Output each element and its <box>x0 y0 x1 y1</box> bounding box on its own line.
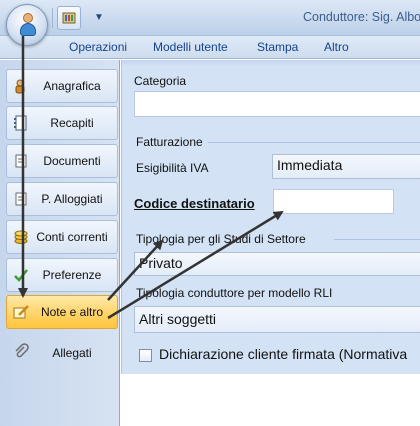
tab-operazioni[interactable]: Operazioni <box>69 40 127 54</box>
tab-modelli-utente[interactable]: Modelli utente <box>153 40 228 54</box>
codice-destinatario-input[interactable] <box>273 189 394 214</box>
tipologia-rli-label: Tipologia conduttore per modello RLI <box>136 286 333 300</box>
sidebar-item-anagrafica[interactable]: Anagrafica <box>6 69 118 103</box>
dichiarazione-label: Dichiarazione cliente firmata (Normativa <box>159 346 408 362</box>
address-book-icon <box>13 115 29 131</box>
sidebar-item-note-e-altro[interactable]: Note e altro <box>6 295 118 329</box>
quick-access-dropdown-icon[interactable]: ▼ <box>92 9 106 27</box>
tipologia-studi-select[interactable]: Privato <box>134 252 420 276</box>
form-panel: Categoria Fatturazione Esigibilità IVA I… <box>121 60 420 374</box>
sidebar-item-recapiti[interactable]: Recapiti <box>6 106 118 140</box>
esigibilita-iva-label: Esigibilità IVA <box>136 161 209 175</box>
sidebar-item-allegati[interactable]: Allegati <box>6 332 118 366</box>
tipologia-studi-group-line <box>334 239 420 240</box>
tab-altro[interactable]: Altro <box>324 40 349 54</box>
sidebar-item-label: Anagrafica <box>43 79 101 93</box>
sidebar: Anagrafica Recapiti Documenti P. Alloggi… <box>0 60 120 426</box>
sidebar-item-label: Allegati <box>52 346 92 360</box>
quick-access-button[interactable] <box>57 6 81 30</box>
documents-icon <box>13 153 29 169</box>
fatturazione-group-line <box>208 142 420 143</box>
window-title: Conduttore: Sig. Albo <box>303 10 420 24</box>
sidebar-item-label: Conti correnti <box>36 230 108 244</box>
person-card-icon <box>13 78 29 94</box>
sidebar-item-documenti[interactable]: Documenti <box>6 144 118 178</box>
document-icon <box>13 191 29 207</box>
fatturazione-group-label: Fatturazione <box>136 135 203 149</box>
categoria-label: Categoria <box>134 74 187 88</box>
sidebar-item-preferenze[interactable]: Preferenze <box>6 258 118 292</box>
checkmark-icon <box>13 267 29 283</box>
tipologia-rli-select[interactable]: Altri soggetti <box>134 306 420 333</box>
sidebar-item-label: Preferenze <box>42 268 102 282</box>
notepad-pencil-icon <box>13 304 29 320</box>
sidebar-item-label: P. Alloggiati <box>41 192 103 206</box>
sidebar-item-label: Documenti <box>43 154 101 168</box>
sidebar-item-conti-correnti[interactable]: Conti correnti <box>6 220 118 254</box>
categoria-input[interactable] <box>134 91 420 117</box>
coins-icon <box>13 229 29 245</box>
application-button[interactable] <box>6 4 48 46</box>
tipologia-studi-label: Tipologia per gli Studi di Settore <box>136 232 306 246</box>
sidebar-item-p-alloggiati[interactable]: P. Alloggiati <box>6 182 118 216</box>
sidebar-item-label: Note e altro <box>40 305 104 319</box>
dichiarazione-checkbox[interactable] <box>139 349 152 362</box>
paperclip-icon <box>13 343 29 359</box>
esigibilita-iva-select[interactable]: Immediata <box>272 154 420 179</box>
title-bar: ▼ Conduttore: Sig. Albo <box>0 0 420 36</box>
quick-access-separator <box>52 8 53 28</box>
person-icon <box>20 13 36 37</box>
sidebar-item-label: Recapiti <box>50 116 94 130</box>
codice-destinatario-label: Codice destinatario <box>134 196 255 211</box>
ribbon-tabs: Operazioni Modelli utente Stampa Altro <box>0 36 420 59</box>
tab-stampa[interactable]: Stampa <box>257 40 298 54</box>
window-bottom-area <box>121 374 420 426</box>
